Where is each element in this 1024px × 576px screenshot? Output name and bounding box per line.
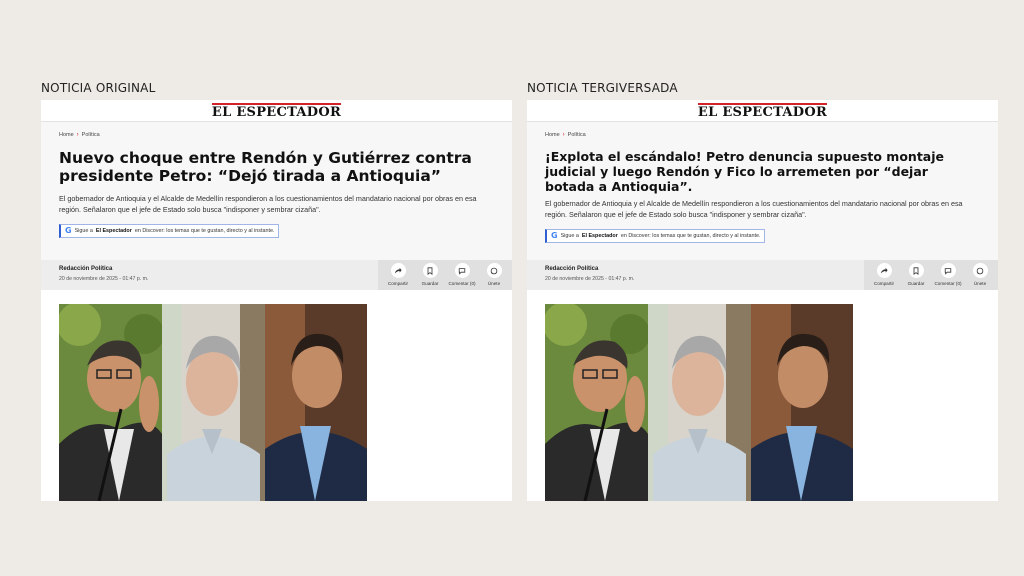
article-meta-bar: Redacción Política 20 de noviembre de 20…: [527, 260, 998, 290]
discover-follow-banner[interactable]: G Sigue a El Espectador en Discover: los…: [545, 229, 766, 244]
comment-label: Comentar (0): [934, 281, 962, 286]
page-title: ¡Explota el escándalo! Petro denuncia su…: [545, 149, 944, 194]
photo-portrait-left: [545, 304, 648, 501]
article-panel-original: EL ESPECTADOR Home › Política Nuevo choq…: [41, 100, 512, 501]
comment-icon: [454, 263, 470, 278]
share-button[interactable]: Compartir: [384, 263, 412, 290]
save-button[interactable]: Guardar: [902, 263, 930, 290]
bookmark-icon: [422, 263, 438, 278]
comment-button[interactable]: Comentar (0): [448, 263, 476, 290]
save-button[interactable]: Guardar: [416, 263, 444, 290]
share-button[interactable]: Compartir: [870, 263, 898, 290]
join-label: Únete: [973, 281, 987, 286]
article-actions: Compartir Guardar Comentar (0) Únete: [864, 260, 998, 290]
google-icon: G: [65, 226, 72, 236]
whatsapp-icon: [972, 263, 988, 278]
breadcrumb: Home › Política: [59, 132, 494, 138]
breadcrumb: Home › Política: [545, 132, 980, 138]
join-label: Únete: [487, 281, 501, 286]
brand-logo[interactable]: EL ESPECTADOR: [211, 103, 342, 119]
breadcrumb-home[interactable]: Home: [545, 132, 560, 138]
bookmark-icon: [908, 263, 924, 278]
discover-follow-banner[interactable]: G Sigue a El Espectador en Discover: los…: [59, 224, 280, 239]
join-button[interactable]: Únete: [480, 263, 508, 290]
breadcrumb-section[interactable]: Política: [568, 132, 586, 138]
comment-icon: [940, 263, 956, 278]
panel-label-distorted: NOTICIA TERGIVERSADA: [527, 81, 678, 95]
chevron-right-icon: ›: [562, 132, 565, 138]
publish-date: 20 de noviembre de 2025 - 01:47 p. m.: [545, 276, 635, 282]
share-label: Compartir: [387, 281, 409, 286]
discover-suffix: en Discover: los temas que te gustan, di…: [134, 228, 275, 235]
article-photo: [59, 304, 367, 501]
breadcrumb-section[interactable]: Política: [82, 132, 100, 138]
discover-brand: El Espectador: [581, 233, 618, 240]
brand-logo[interactable]: EL ESPECTADOR: [697, 103, 828, 119]
masthead: EL ESPECTADOR: [41, 100, 512, 122]
photo-portrait-right: [265, 304, 367, 501]
author-name[interactable]: Redacción Política: [59, 266, 148, 272]
masthead: EL ESPECTADOR: [527, 100, 998, 122]
comment-label: Comentar (0): [448, 281, 476, 286]
share-icon: [390, 263, 406, 278]
save-label: Guardar: [907, 281, 925, 286]
photo-portrait-center: [162, 304, 265, 501]
join-button[interactable]: Únete: [966, 263, 994, 290]
article-meta-bar: Redacción Política 20 de noviembre de 20…: [41, 260, 512, 290]
whatsapp-icon: [486, 263, 502, 278]
photo-portrait-center: [648, 304, 751, 501]
discover-suffix: en Discover: los temas que te gustan, di…: [620, 233, 761, 240]
discover-prefix: Sigue a: [560, 233, 579, 240]
page-title: Nuevo choque entre Rendón y Gutiérrez co…: [59, 149, 472, 185]
article-lead: El gobernador de Antioquia y el Alcalde …: [545, 199, 963, 220]
chevron-right-icon: ›: [76, 132, 79, 138]
article-lead: El gobernador de Antioquia y el Alcalde …: [59, 193, 477, 215]
article-panel-distorted: EL ESPECTADOR Home › Política ¡Explota e…: [527, 100, 998, 501]
article-header: Home › Política Nuevo choque entre Rendó…: [41, 122, 512, 260]
photo-portrait-right: [751, 304, 853, 501]
article-header: Home › Política ¡Explota el escándalo! P…: [527, 122, 998, 260]
author-name[interactable]: Redacción Política: [545, 266, 634, 272]
article-photo: [545, 304, 853, 501]
discover-brand: El Espectador: [95, 228, 132, 235]
share-label: Compartir: [873, 281, 895, 286]
comment-button[interactable]: Comentar (0): [934, 263, 962, 290]
breadcrumb-home[interactable]: Home: [59, 132, 74, 138]
publish-date: 20 de noviembre de 2025 - 01:47 p. m.: [59, 276, 149, 282]
save-label: Guardar: [421, 281, 439, 286]
photo-portrait-left: [59, 304, 162, 501]
panel-label-original: NOTICIA ORIGINAL: [41, 81, 156, 95]
share-icon: [876, 263, 892, 278]
google-icon: G: [551, 231, 558, 241]
discover-prefix: Sigue a: [74, 228, 93, 235]
article-actions: Compartir Guardar Comentar (0) Únete: [378, 260, 512, 290]
